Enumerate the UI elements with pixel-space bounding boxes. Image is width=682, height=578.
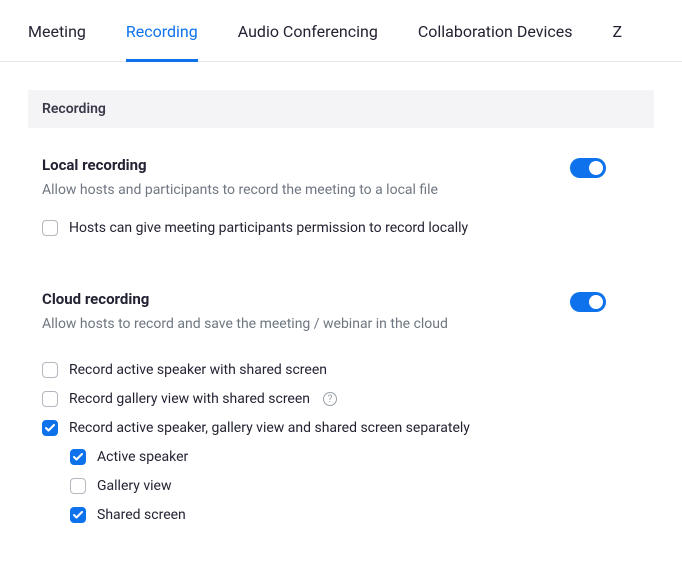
record-active-shared-label: Record active speaker with shared screen <box>69 362 327 378</box>
active-speaker-checkbox[interactable] <box>70 449 86 465</box>
active-speaker-label: Active speaker <box>97 449 188 465</box>
cloud-recording-block: Cloud recording Allow hosts to record an… <box>0 236 682 332</box>
record-active-shared-checkbox[interactable] <box>42 362 58 378</box>
cloud-recording-desc: Allow hosts to record and save the meeti… <box>42 316 570 332</box>
cloud-recording-options: Record active speaker with shared screen… <box>0 332 682 523</box>
gallery-view-checkbox[interactable] <box>70 478 86 494</box>
local-recording-desc: Allow hosts and participants to record t… <box>42 182 570 198</box>
shared-screen-checkbox[interactable] <box>70 507 86 523</box>
tab-extra[interactable]: Z <box>612 22 622 61</box>
record-gallery-shared-label: Record gallery view with shared screen <box>69 391 310 407</box>
tab-collaboration-devices[interactable]: Collaboration Devices <box>418 22 573 61</box>
local-recording-block: Local recording Allow hosts and particip… <box>0 128 682 236</box>
tab-audio-conferencing[interactable]: Audio Conferencing <box>238 22 378 61</box>
cloud-recording-title: Cloud recording <box>42 290 570 308</box>
cloud-recording-toggle[interactable] <box>570 292 606 312</box>
record-gallery-shared-checkbox[interactable] <box>42 391 58 407</box>
help-icon[interactable]: ? <box>323 392 337 406</box>
tab-meeting[interactable]: Meeting <box>28 22 86 61</box>
record-separately-label: Record active speaker, gallery view and … <box>69 420 470 436</box>
local-recording-toggle[interactable] <box>570 158 606 178</box>
tab-recording[interactable]: Recording <box>126 22 198 62</box>
hosts-permission-checkbox[interactable] <box>42 220 58 236</box>
section-header-recording: Recording <box>28 90 654 128</box>
local-recording-title: Local recording <box>42 156 570 174</box>
hosts-permission-label: Hosts can give meeting participants perm… <box>69 220 468 236</box>
record-separately-checkbox[interactable] <box>42 420 58 436</box>
shared-screen-label: Shared screen <box>97 507 186 523</box>
tabs-nav: Meeting Recording Audio Conferencing Col… <box>0 0 682 62</box>
gallery-view-label: Gallery view <box>97 478 171 494</box>
